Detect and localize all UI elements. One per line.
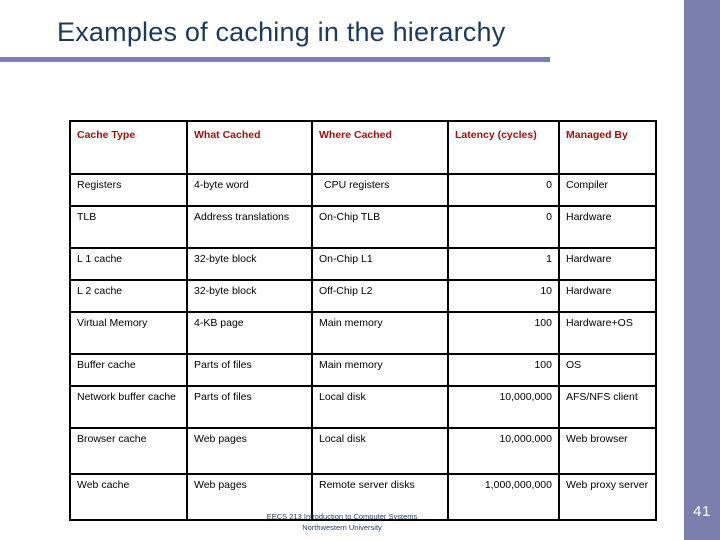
- column-header-latency: Latency (cycles): [447, 120, 560, 175]
- cell-what-cached: 4-byte word: [186, 173, 313, 207]
- footer-institution-line: Northwestern University: [302, 522, 382, 532]
- cell-what-cached: 32-byte block: [186, 247, 313, 281]
- cell-latency: 10,000,000: [447, 385, 560, 429]
- table-row: L 1 cache 32-byte block On-Chip L1 1 Har…: [69, 247, 657, 281]
- cell-cache-type: Virtual Memory: [69, 311, 188, 355]
- right-accent-bar: [684, 0, 720, 540]
- table-row: Virtual Memory 4-KB page Main memory 100…: [69, 311, 657, 355]
- footer-course-line: EECS 213 Introduction to Computer System…: [266, 512, 418, 521]
- cell-latency: 1: [447, 247, 560, 281]
- cell-managed-by: AFS/NFS client: [558, 385, 657, 429]
- cell-where-cached: Off-Chip L2: [311, 279, 449, 313]
- cell-where-cached: On-Chip TLB: [311, 205, 449, 249]
- table-row: Registers 4-byte word CPU registers 0 Co…: [69, 173, 657, 207]
- cell-what-cached: Address translations: [186, 205, 313, 249]
- cell-cache-type: Network buffer cache: [69, 385, 188, 429]
- cell-managed-by: Hardware+OS: [558, 311, 657, 355]
- cell-cache-type: Browser cache: [69, 427, 188, 475]
- table-header-row: Cache Type What Cached Where Cached Late…: [69, 120, 657, 175]
- cell-where-cached: Local disk: [311, 385, 449, 429]
- table-row: L 2 cache 32-byte block Off-Chip L2 10 H…: [69, 279, 657, 313]
- cell-managed-by: Hardware: [558, 247, 657, 281]
- cell-latency: 100: [447, 311, 560, 355]
- cell-cache-type: TLB: [69, 205, 188, 249]
- column-header-managed-by: Managed By: [558, 120, 657, 175]
- cell-latency: 0: [447, 205, 560, 249]
- column-header-where-cached: Where Cached: [311, 120, 449, 175]
- caching-hierarchy-table: Cache Type What Cached Where Cached Late…: [69, 120, 657, 521]
- cell-latency: 100: [447, 353, 560, 387]
- cell-what-cached: Parts of files: [186, 353, 313, 387]
- cell-where-cached: Local disk: [311, 427, 449, 475]
- cell-what-cached: 4-KB page: [186, 311, 313, 355]
- cell-where-cached: CPU registers: [311, 173, 449, 207]
- column-header-cache-type: Cache Type: [69, 120, 188, 175]
- cell-managed-by: Hardware: [558, 205, 657, 249]
- cell-cache-type: Registers: [69, 173, 188, 207]
- cell-where-cached: Main memory: [311, 353, 449, 387]
- cell-cache-type: L 2 cache: [69, 279, 188, 313]
- cell-latency: 10,000,000: [447, 427, 560, 475]
- title-divider: [0, 57, 550, 62]
- cell-managed-by: Hardware: [558, 279, 657, 313]
- cell-cache-type: L 1 cache: [69, 247, 188, 281]
- page-title: Examples of caching in the hierarchy: [57, 17, 506, 47]
- slide-footer: EECS 213 Introduction to Computer System…: [0, 512, 684, 534]
- page-number: 41: [693, 503, 711, 520]
- cell-latency: 0: [447, 173, 560, 207]
- cell-latency: 10: [447, 279, 560, 313]
- table-row: Buffer cache Parts of files Main memory …: [69, 353, 657, 387]
- table-row: Network buffer cache Parts of files Loca…: [69, 385, 657, 429]
- cell-what-cached: Web pages: [186, 427, 313, 475]
- cell-managed-by: Web browser: [558, 427, 657, 475]
- cell-managed-by: Compiler: [558, 173, 657, 207]
- table-row: TLB Address translations On-Chip TLB 0 H…: [69, 205, 657, 249]
- cell-where-cached: Main memory: [311, 311, 449, 355]
- cell-what-cached: 32-byte block: [186, 279, 313, 313]
- cell-what-cached: Parts of files: [186, 385, 313, 429]
- slide-canvas: Examples of caching in the hierarchy Cac…: [0, 0, 720, 540]
- cell-cache-type: Buffer cache: [69, 353, 188, 387]
- column-header-what-cached: What Cached: [186, 120, 313, 175]
- table-row: Browser cache Web pages Local disk 10,00…: [69, 427, 657, 475]
- cell-where-cached: On-Chip L1: [311, 247, 449, 281]
- cell-managed-by: OS: [558, 353, 657, 387]
